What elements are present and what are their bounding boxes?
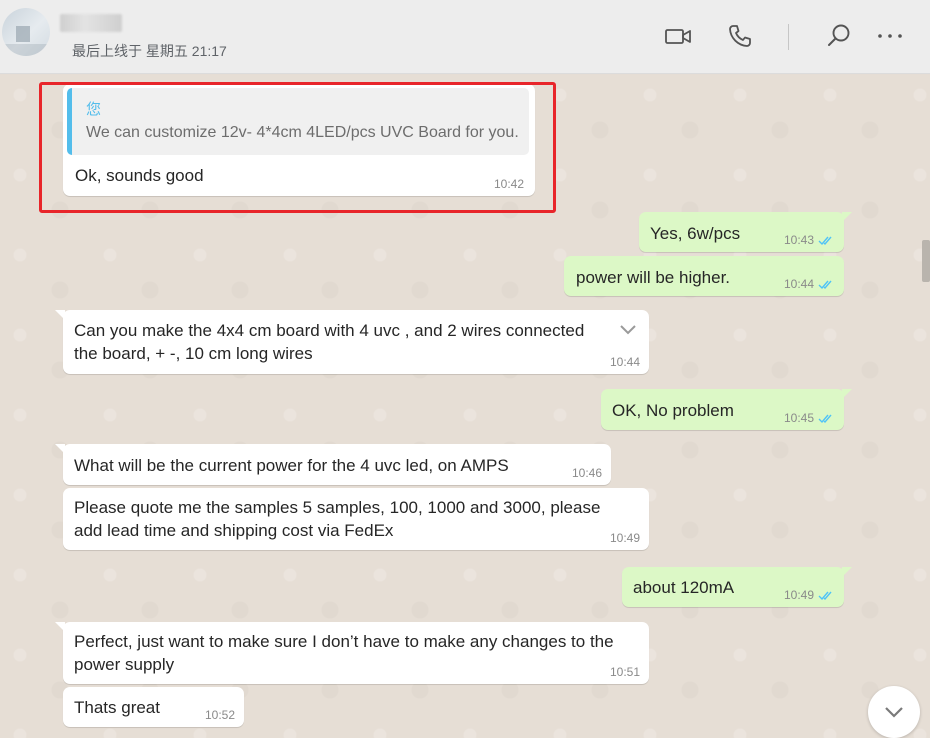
message-time: 10:44 — [609, 355, 640, 369]
message-bubble[interactable]: Please quote me the samples 5 samples, 1… — [63, 488, 649, 550]
message-time: 10:43 — [783, 233, 814, 247]
chat-header: 最后上线于 星期五 21:17 — [0, 0, 930, 74]
message-text: Thats great — [74, 698, 160, 717]
message-bubble[interactable]: power will be higher. 10:44 — [564, 256, 844, 296]
message-text: What will be the current power for the 4… — [74, 456, 509, 475]
message-bubble[interactable]: about 120mA 10:49 — [622, 567, 852, 607]
read-ticks-icon — [818, 414, 832, 423]
message-bubble[interactable]: Thats great 10:52 — [63, 687, 244, 727]
message-time-status: 10:49 — [784, 588, 835, 602]
scroll-to-bottom-button[interactable] — [868, 686, 920, 738]
message-text: Yes, 6w/pcs — [650, 224, 741, 243]
message-bubble[interactable]: Perfect, just want to make sure I don’t … — [55, 622, 649, 684]
voice-call-icon[interactable] — [726, 22, 754, 50]
contact-avatar[interactable] — [2, 8, 50, 56]
message-time: 10:52 — [204, 708, 235, 722]
read-ticks-icon — [818, 280, 832, 289]
more-options-icon[interactable] — [876, 22, 904, 50]
message-time: 10:49 — [783, 588, 814, 602]
video-call-icon[interactable] — [664, 22, 692, 50]
message-bubble[interactable]: What will be the current power for the 4… — [55, 444, 611, 485]
header-divider — [788, 24, 789, 50]
message-text: OK, No problem — [612, 401, 734, 420]
message-time: 10:46 — [571, 466, 602, 480]
contact-name-redacted[interactable] — [60, 14, 122, 32]
message-time: 10:51 — [609, 665, 640, 679]
message-text: power will be higher. — [576, 268, 731, 287]
search-icon[interactable] — [825, 22, 853, 50]
read-ticks-icon — [818, 236, 832, 245]
message-time-status: 10:43 — [784, 233, 835, 247]
message-bubble[interactable]: Yes, 6w/pcs 10:43 — [639, 212, 852, 252]
message-time-status: 10:44 — [784, 277, 835, 291]
message-text: Perfect, just want to make sure I don’t … — [74, 632, 614, 674]
scrollbar-thumb[interactable] — [922, 240, 930, 282]
message-text: Please quote me the samples 5 samples, 1… — [74, 498, 601, 540]
read-ticks-icon — [818, 591, 832, 600]
message-text: Can you make the 4x4 cm board with 4 uvc… — [74, 321, 585, 363]
message-time: 10:49 — [609, 531, 640, 545]
chevron-down-icon — [885, 707, 903, 718]
highlight-annotation-box — [39, 82, 556, 213]
message-bubble[interactable]: Can you make the 4x4 cm board with 4 uvc… — [55, 310, 649, 374]
last-seen-status: 最后上线于 星期五 21:17 — [72, 43, 227, 59]
message-time: 10:45 — [783, 411, 814, 425]
message-time-status: 10:45 — [784, 411, 835, 425]
message-time: 10:44 — [783, 277, 814, 291]
chevron-down-icon[interactable] — [617, 318, 639, 340]
message-text: about 120mA — [633, 578, 735, 597]
message-bubble[interactable]: OK, No problem 10:45 — [601, 389, 852, 430]
